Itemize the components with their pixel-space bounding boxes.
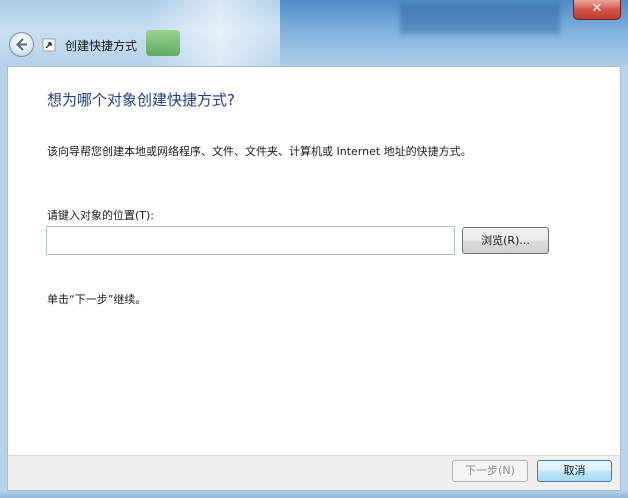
- window-frame-bottom: [0, 491, 628, 498]
- close-icon: ✕: [591, 1, 603, 16]
- window-frame-right: [621, 66, 628, 491]
- location-label: 请键入对象的位置(T):: [47, 209, 155, 222]
- title-bar: 创建快捷方式 ✕: [0, 0, 628, 66]
- back-arrow-icon: [16, 38, 27, 51]
- page-heading: 想为哪个对象创建快捷方式?: [47, 91, 235, 109]
- location-input[interactable]: [46, 226, 455, 255]
- back-button[interactable]: [9, 32, 34, 57]
- cancel-button[interactable]: 取消: [537, 460, 612, 482]
- glass-shadow: [400, 4, 560, 34]
- next-step-hint: 单击“下一步”继续。: [47, 293, 147, 306]
- background-app-icon: [146, 30, 180, 56]
- close-button[interactable]: ✕: [573, 0, 621, 20]
- browse-button[interactable]: 浏览(R)...: [462, 227, 549, 254]
- wizard-footer: 下一步(N) 取消: [7, 455, 621, 491]
- window-title: 创建快捷方式: [65, 39, 138, 53]
- wizard-content: 想为哪个对象创建快捷方式? 该向导帮您创建本地或网络程序、文件、文件夹、计算机或…: [7, 66, 621, 455]
- wizard-description: 该向导帮您创建本地或网络程序、文件、文件夹、计算机或 Internet 地址的快…: [47, 145, 472, 158]
- next-button[interactable]: 下一步(N): [452, 460, 528, 482]
- window-frame-left: [0, 66, 7, 491]
- shortcut-icon: [42, 38, 56, 52]
